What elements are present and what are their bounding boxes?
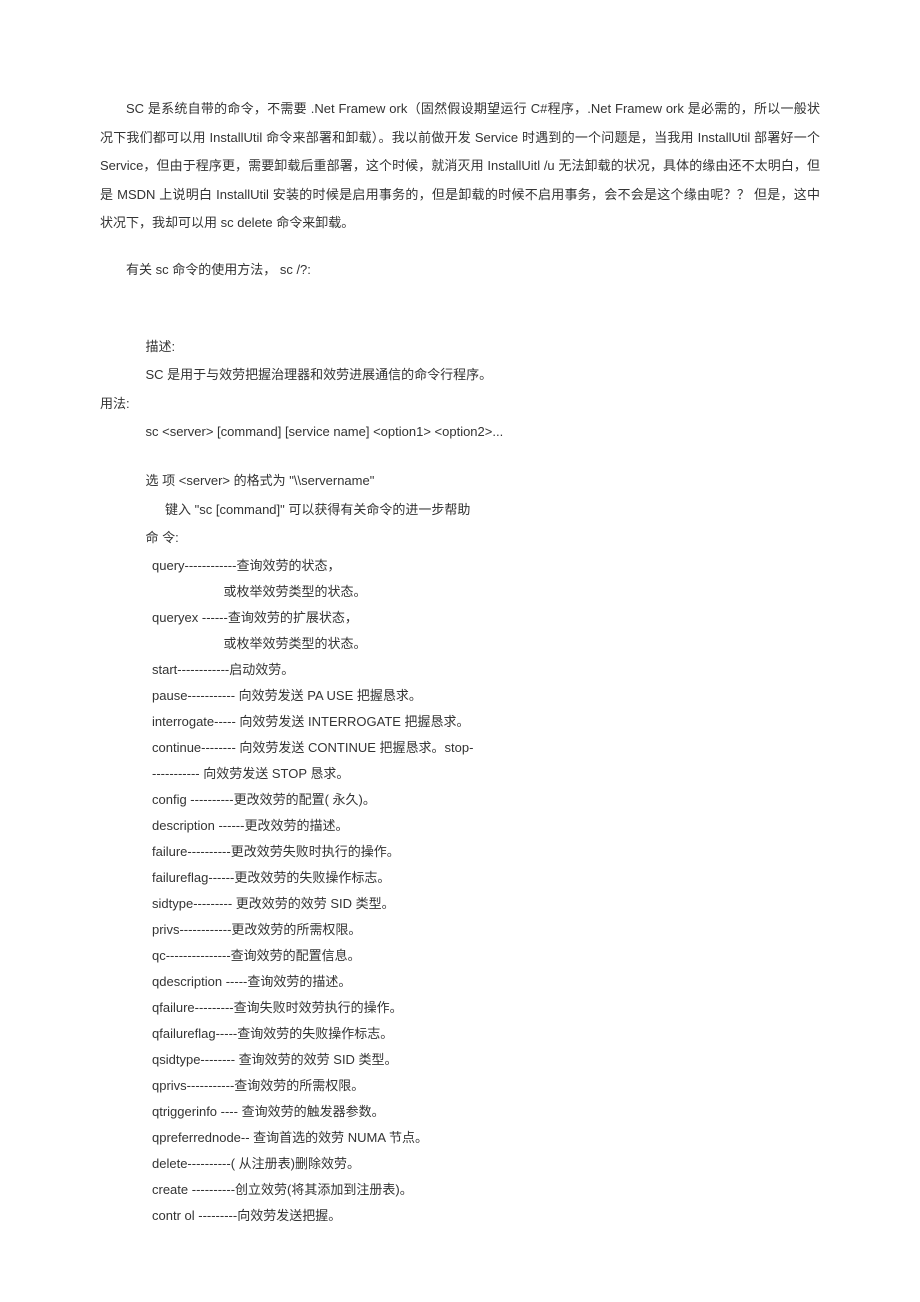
- command-item: description ------更改效劳的描述。: [100, 813, 820, 839]
- usage-label: 用法:: [100, 390, 820, 419]
- command-item: privs------------更改效劳的所需权限。: [100, 917, 820, 943]
- command-item: qdescription -----查询效劳的描述。: [100, 969, 820, 995]
- command-item: ----------- 向效劳发送 STOP 恳求。: [100, 761, 820, 787]
- command-item: query------------查询效劳的状态，: [100, 553, 820, 579]
- command-item: qc---------------查询效劳的配置信息。: [100, 943, 820, 969]
- paragraph-intro: SC 是系统自带的命令，不需要 .Net Framew ork（固然假设期望运行…: [100, 95, 820, 238]
- command-item: continue-------- 向效劳发送 CONTINUE 把握恳求。sto…: [100, 735, 820, 761]
- command-item: failure----------更改效劳失败时执行的操作。: [100, 839, 820, 865]
- command-item: qsidtype-------- 查询效劳的效劳 SID 类型。: [100, 1047, 820, 1073]
- command-item: sidtype--------- 更改效劳的效劳 SID 类型。: [100, 891, 820, 917]
- command-item: create ----------创立效劳(将其添加到注册表)。: [100, 1177, 820, 1203]
- command-item: config ----------更改效劳的配置( 永久)。: [100, 787, 820, 813]
- commands-label: 命 令:: [100, 524, 820, 553]
- description-label: 描述:: [100, 333, 820, 362]
- command-sub: 或枚举效劳类型的状态。: [100, 631, 820, 657]
- command-item: delete----------( 从注册表)删除效劳。: [100, 1151, 820, 1177]
- command-item: interrogate----- 向效劳发送 INTERROGATE 把握恳求。: [100, 709, 820, 735]
- command-item: qtriggerinfo ---- 查询效劳的触发器参数。: [100, 1099, 820, 1125]
- option-text: 选 项 <server> 的格式为 "\\servername": [100, 467, 820, 496]
- usage-text: sc <server> [command] [service name] <op…: [100, 418, 820, 447]
- command-item: pause----------- 向效劳发送 PA USE 把握恳求。: [100, 683, 820, 709]
- command-item: qfailureflag-----查询效劳的失败操作标志。: [100, 1021, 820, 1047]
- command-item: queryex ------查询效劳的扩展状态，: [100, 605, 820, 631]
- description-text: SC 是用于与效劳把握治理器和效劳进展通信的命令行程序。: [100, 361, 820, 390]
- command-item: qfailure---------查询失败时效劳执行的操作。: [100, 995, 820, 1021]
- command-item: start------------启动效劳。: [100, 657, 820, 683]
- command-item: qpreferrednode-- 查询首选的效劳 NUMA 节点。: [100, 1125, 820, 1151]
- help-text: 键入 "sc [command]" 可以获得有关命令的进一步帮助: [100, 496, 820, 525]
- command-item: failureflag------更改效劳的失败操作标志。: [100, 865, 820, 891]
- commands-list: query------------查询效劳的状态，或枚举效劳类型的状态。quer…: [100, 553, 820, 1229]
- command-item: qprivs-----------查询效劳的所需权限。: [100, 1073, 820, 1099]
- command-sub: 或枚举效劳类型的状态。: [100, 579, 820, 605]
- command-item: contr ol ---------向效劳发送把握。: [100, 1203, 820, 1229]
- paragraph-sc-help: 有关 sc 命令的使用方法， sc /?:: [100, 256, 820, 285]
